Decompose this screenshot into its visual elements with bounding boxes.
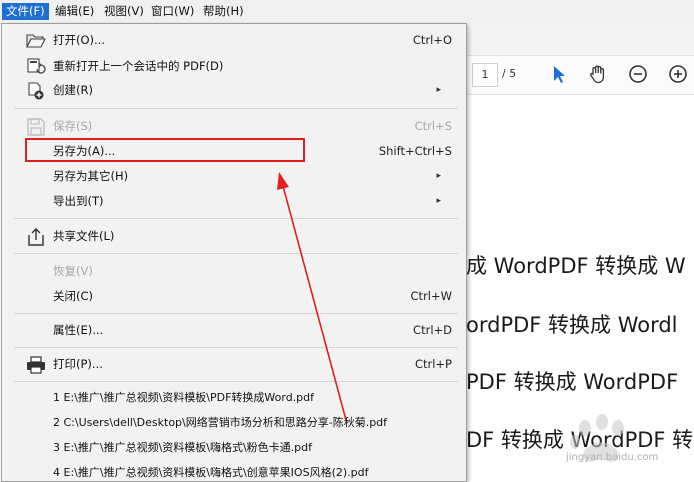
menu-separator (14, 253, 458, 254)
menu-edit[interactable]: 编辑(E) (51, 3, 98, 20)
folder-open-icon (26, 34, 46, 48)
menu-item-print[interactable]: 打印(P)... Ctrl+P (2, 353, 466, 376)
page-number-input[interactable]: 1 (472, 63, 498, 87)
printer-icon (27, 356, 45, 374)
menu-item-create[interactable]: 创建(R) ▸ (2, 79, 466, 102)
menu-separator (14, 313, 458, 314)
menu-item-label: 重新打开上一个会话中的 PDF(D) (53, 59, 224, 73)
select-cursor-icon[interactable] (548, 63, 570, 85)
zoom-out-icon[interactable] (627, 63, 649, 85)
page-total-label: / 5 (502, 67, 517, 80)
recent-file-item[interactable]: 1 E:\推广\推广总视频\资料模板\PDF转换成Word.pdf (2, 386, 466, 409)
menu-item-shortcut: Ctrl+W (410, 289, 452, 303)
submenu-arrow-icon: ▸ (436, 196, 441, 206)
menu-item-shortcut: Ctrl+S (414, 119, 452, 133)
menu-item-share-file[interactable]: 共享文件(L) (2, 225, 466, 248)
menu-separator (14, 218, 458, 219)
menu-item-label: 创建(R) (53, 83, 93, 97)
recent-file-path: 3 E:\推广\推广总视频\资料模板\嗨格式\粉色卡通.pdf (53, 441, 313, 454)
save-icon (27, 118, 45, 136)
menu-item-close[interactable]: 关闭(C) Ctrl+W (2, 285, 466, 308)
document-toolbar (466, 56, 694, 95)
menu-file[interactable]: 文件(F) (2, 3, 49, 20)
menu-item-label: 保存(S) (53, 119, 93, 133)
submenu-arrow-icon: ▸ (436, 85, 441, 95)
create-pdf-icon (28, 82, 44, 100)
submenu-arrow-icon: ▸ (436, 171, 441, 181)
document-text-line: PDF 转换成 WordPDF (466, 370, 679, 394)
menu-item-save-as-other[interactable]: 另存为其它(H) ▸ (2, 165, 466, 188)
menu-item-label: 属性(E)... (53, 323, 104, 337)
menu-item-reopen-session[interactable]: 重新打开上一个会话中的 PDF(D) (2, 55, 466, 78)
document-text-line: ordPDF 转换成 Wordl (466, 313, 678, 337)
menu-item-label: 导出到(T) (53, 194, 104, 208)
highlight-box (25, 138, 305, 162)
file-menu-dropdown: 打开(O)... Ctrl+O 重新打开上一个会话中的 PDF(D) 创建(R)… (1, 23, 467, 482)
hand-tool-icon[interactable] (587, 63, 609, 85)
tab-strip (466, 23, 694, 56)
share-icon (28, 228, 44, 246)
recent-file-item[interactable]: 2 C:\Users\dell\Desktop\网络营销市场分析和思路分享-陈秋… (2, 411, 466, 434)
menu-item-shortcut: Shift+Ctrl+S (378, 144, 452, 158)
watermark-text: jingyan.baidu.com (566, 452, 659, 463)
recent-file-item[interactable]: 3 E:\推广\推广总视频\资料模板\嗨格式\粉色卡通.pdf (2, 436, 466, 459)
menu-separator (14, 108, 458, 109)
menu-item-shortcut: Ctrl+P (414, 357, 452, 371)
menu-item-label: 关闭(C) (53, 289, 94, 303)
menu-item-label: 恢复(V) (53, 264, 93, 278)
menu-item-export-to[interactable]: 导出到(T) ▸ (2, 190, 466, 213)
menu-item-properties[interactable]: 属性(E)... Ctrl+D (2, 319, 466, 342)
baidu-paw-watermark-icon (570, 414, 624, 462)
menu-item-label: 另存为其它(H) (53, 169, 129, 183)
menu-item-open[interactable]: 打开(O)... Ctrl+O (2, 29, 466, 52)
recent-file-item[interactable]: 4 E:\推广\推广总视频\资料模板\嗨格式\创意苹果IOS风格(2).pdf (2, 461, 466, 481)
menu-item-shortcut: Ctrl+O (412, 33, 452, 47)
recent-file-path: 1 E:\推广\推广总视频\资料模板\PDF转换成Word.pdf (53, 391, 315, 404)
zoom-in-icon[interactable] (667, 63, 689, 85)
menu-item-shortcut: Ctrl+D (413, 323, 452, 337)
document-text-line: 成 WordPDF 转换成 W (466, 254, 686, 278)
menu-item-label: 打印(P)... (53, 357, 103, 371)
menu-separator (14, 347, 458, 348)
menu-item-revert[interactable]: 恢复(V) (2, 260, 466, 283)
menu-help[interactable]: 帮助(H) (199, 3, 248, 20)
menu-view[interactable]: 视图(V) (100, 3, 148, 20)
menu-separator (14, 381, 458, 382)
menu-bar: 文件(F) 编辑(E) 视图(V) 窗口(W) 帮助(H) (0, 0, 694, 24)
reopen-session-icon (27, 58, 46, 74)
recent-file-path: 2 C:\Users\dell\Desktop\网络营销市场分析和思路分享-陈秋… (53, 416, 388, 429)
recent-file-path: 4 E:\推广\推广总视频\资料模板\嗨格式\创意苹果IOS风格(2).pdf (53, 466, 369, 479)
menu-item-label: 打开(O)... (53, 33, 105, 47)
menu-window[interactable]: 窗口(W) (147, 3, 198, 20)
menu-item-label: 共享文件(L) (53, 229, 115, 243)
menu-item-save[interactable]: 保存(S) Ctrl+S (2, 115, 466, 138)
